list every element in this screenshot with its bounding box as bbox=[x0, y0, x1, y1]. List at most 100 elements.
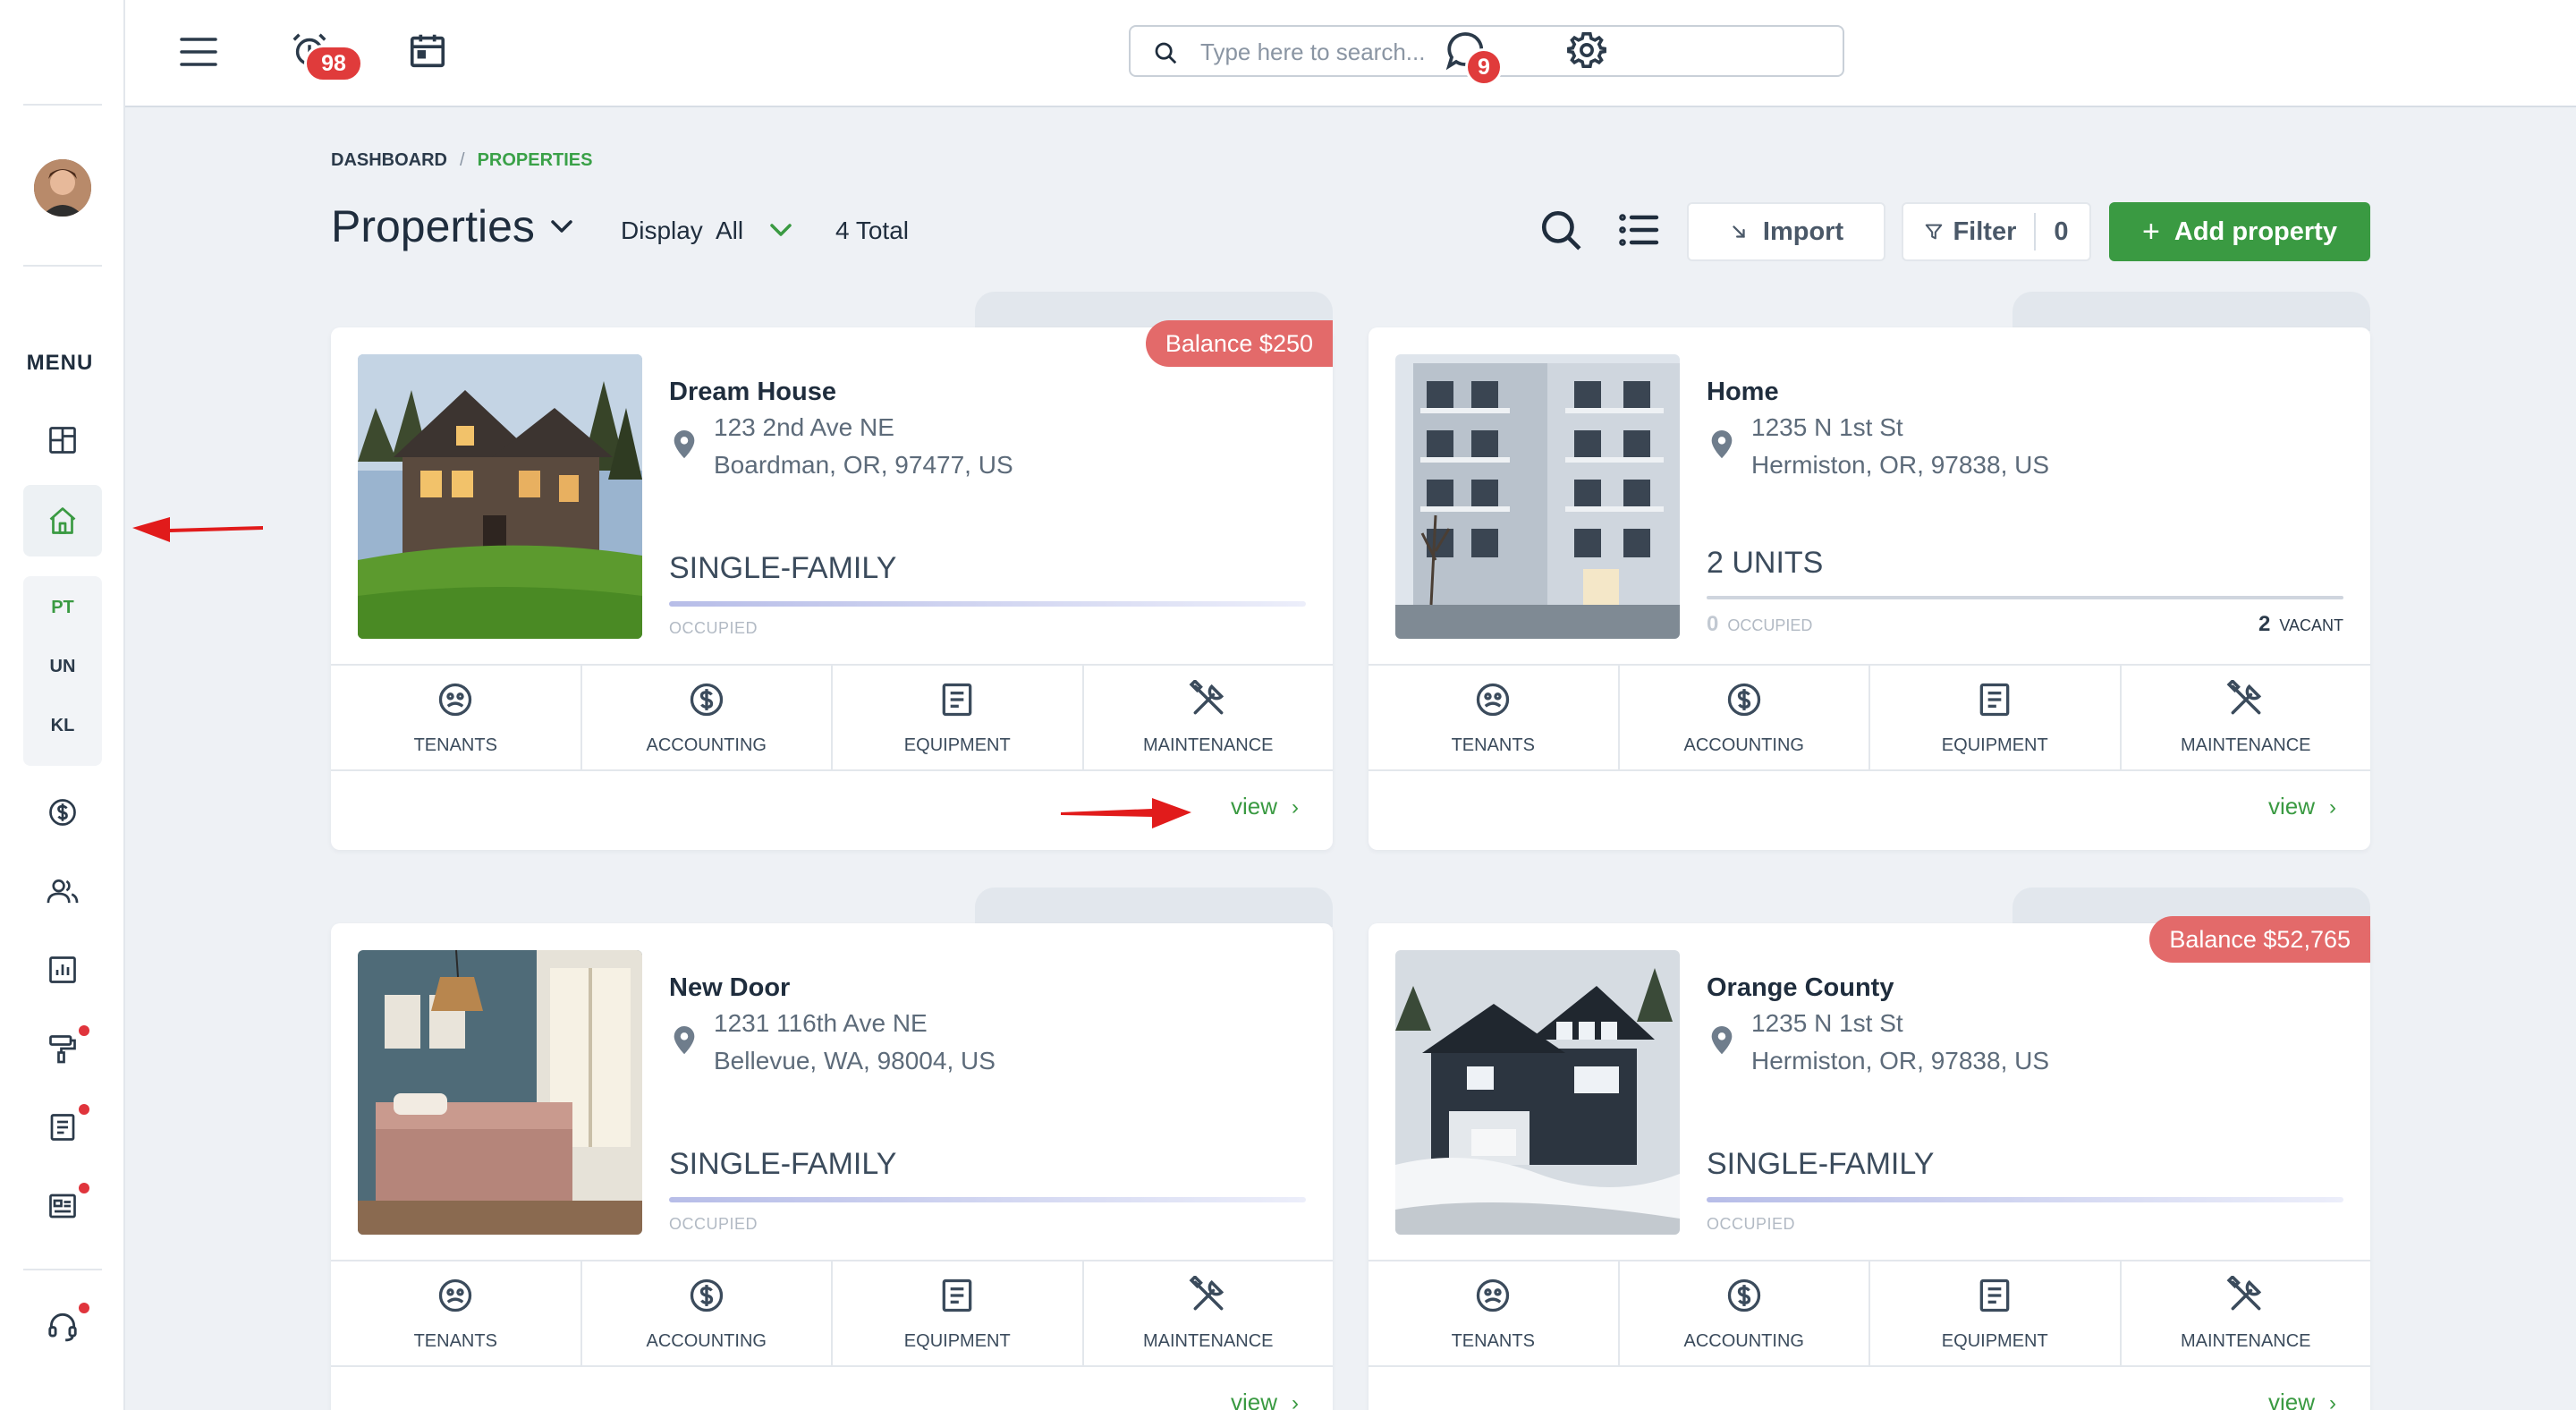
maintenance-action[interactable]: MAINTENANCE bbox=[1084, 666, 1334, 769]
property-name[interactable]: Dream House bbox=[669, 378, 836, 407]
view-link[interactable]: view › bbox=[2268, 793, 2336, 820]
tenants-icon bbox=[439, 1278, 472, 1312]
import-button[interactable]: Import bbox=[1687, 202, 1885, 261]
accounting-action[interactable]: ACCOUNTING bbox=[1620, 1261, 1870, 1365]
equipment-icon bbox=[1979, 683, 2010, 717]
property-name[interactable]: Orange County bbox=[1707, 973, 1894, 1003]
breadcrumb-dashboard[interactable]: DASHBOARD bbox=[331, 150, 447, 170]
gear-icon[interactable] bbox=[1562, 25, 1612, 75]
location-pin-icon bbox=[674, 430, 695, 459]
alarm-clock-icon[interactable]: 98 bbox=[284, 25, 363, 82]
list-view-icon[interactable] bbox=[1617, 208, 1660, 252]
sidebar-divider bbox=[23, 104, 102, 106]
add-property-button[interactable]: + Add property bbox=[2109, 202, 2370, 261]
property-photo[interactable] bbox=[1395, 950, 1680, 1235]
property-name[interactable]: New Door bbox=[669, 973, 790, 1003]
tenants-action[interactable]: TENANTS bbox=[331, 666, 582, 769]
occupancy-status: OCCUPIED bbox=[669, 1215, 758, 1233]
equipment-action[interactable]: EQUIPMENT bbox=[1870, 666, 2122, 769]
breadcrumb-separator: / bbox=[460, 150, 465, 170]
search-icon bbox=[1155, 42, 1177, 64]
accounting-action[interactable]: ACCOUNTING bbox=[582, 1261, 833, 1365]
search-input[interactable] bbox=[1200, 36, 1826, 68]
property-card: New Door 1231 116th Ave NE Bellevue, WA,… bbox=[331, 923, 1333, 1410]
document-icon[interactable] bbox=[38, 1102, 89, 1152]
property-photo[interactable] bbox=[358, 354, 642, 639]
accounting-label: ACCOUNTING bbox=[1683, 735, 1804, 755]
report-icon[interactable] bbox=[38, 945, 88, 995]
view-link[interactable]: view › bbox=[2268, 1389, 2336, 1410]
headset-icon[interactable] bbox=[38, 1301, 89, 1351]
location-pin-icon bbox=[1711, 1026, 1733, 1055]
maintenance-label: MAINTENANCE bbox=[2180, 1331, 2311, 1351]
occupied-count: 0 bbox=[1707, 612, 1719, 636]
equipment-label: EQUIPMENT bbox=[1941, 1331, 2048, 1351]
avatar[interactable] bbox=[34, 159, 91, 217]
address-line-2: Bellevue, WA, 98004, US bbox=[714, 1047, 996, 1074]
equipment-label: EQUIPMENT bbox=[1941, 735, 2048, 755]
home-icon[interactable] bbox=[23, 485, 102, 556]
annotation-arrow bbox=[1061, 798, 1191, 828]
notification-dot bbox=[79, 1303, 89, 1313]
maintenance-action[interactable]: MAINTENANCE bbox=[2122, 666, 2371, 769]
occupancy-status: OCCUPIED bbox=[669, 619, 758, 637]
dollar-icon[interactable] bbox=[38, 787, 88, 837]
equipment-action[interactable]: EQUIPMENT bbox=[1870, 1261, 2122, 1365]
property-card: Home 1235 N 1st St Hermiston, OR, 97838,… bbox=[1368, 327, 2370, 850]
address-line-2: Hermiston, OR, 97838, US bbox=[1751, 451, 2050, 479]
news-icon[interactable] bbox=[38, 1181, 89, 1231]
occupied-label: OCCUPIED bbox=[1727, 616, 1813, 634]
filter-count: 0 bbox=[2054, 217, 2069, 246]
tenants-label: TENANTS bbox=[413, 1331, 497, 1351]
dollar-icon bbox=[1727, 683, 1760, 717]
plus-icon: + bbox=[2142, 214, 2160, 249]
equipment-action[interactable]: EQUIPMENT bbox=[833, 1261, 1084, 1365]
display-label: Display bbox=[621, 217, 703, 244]
page-title[interactable]: Properties bbox=[331, 200, 535, 252]
paint-roller-icon[interactable] bbox=[38, 1024, 89, 1074]
alarm-badge: 98 bbox=[304, 45, 363, 82]
vacant-label: VACANT bbox=[2279, 616, 2343, 634]
hamburger-icon[interactable] bbox=[172, 27, 225, 77]
property-card: Balance $250 Dream House 123 2nd Ave NE … bbox=[331, 320, 1334, 850]
tools-icon bbox=[2226, 1276, 2261, 1311]
property-photo[interactable] bbox=[358, 950, 642, 1235]
dashboard-icon[interactable] bbox=[38, 415, 88, 465]
display-value[interactable]: All bbox=[716, 217, 743, 245]
add-property-label: Add property bbox=[2174, 217, 2337, 246]
location-pin-icon bbox=[674, 1026, 695, 1055]
chevron-down-icon[interactable] bbox=[767, 218, 794, 242]
view-link[interactable]: view › bbox=[1231, 1389, 1299, 1410]
shortcut-kl[interactable]: KL bbox=[23, 716, 102, 736]
chevron-down-icon[interactable] bbox=[547, 215, 576, 238]
view-link[interactable]: view › bbox=[1231, 793, 1299, 820]
accounting-action[interactable]: ACCOUNTING bbox=[1620, 666, 1870, 769]
view-label: view bbox=[1230, 793, 1277, 820]
calendar-icon[interactable] bbox=[402, 25, 453, 75]
chat-icon[interactable]: 9 bbox=[1440, 25, 1503, 86]
shortcut-pt[interactable]: PT bbox=[23, 598, 102, 618]
property-name[interactable]: Home bbox=[1707, 378, 1779, 407]
occupancy-bar bbox=[669, 601, 1306, 607]
accounting-action[interactable]: ACCOUNTING bbox=[582, 666, 833, 769]
equipment-action[interactable]: EQUIPMENT bbox=[833, 666, 1084, 769]
address-line-1: 1231 116th Ave NE bbox=[714, 1009, 928, 1037]
maintenance-action[interactable]: MAINTENANCE bbox=[2122, 1261, 2371, 1365]
tenants-icon bbox=[1477, 683, 1510, 717]
menu-label: MENU bbox=[26, 351, 94, 375]
address-line-2: Boardman, OR, 97477, US bbox=[714, 451, 1013, 479]
property-photo[interactable] bbox=[1395, 354, 1680, 639]
maintenance-label: MAINTENANCE bbox=[1142, 735, 1274, 755]
accounting-label: ACCOUNTING bbox=[1683, 1331, 1804, 1351]
maintenance-action[interactable]: MAINTENANCE bbox=[1084, 1261, 1334, 1365]
shortcut-un[interactable]: UN bbox=[23, 657, 102, 677]
balance-badge: Balance $250 bbox=[1145, 320, 1333, 367]
view-label: view bbox=[2267, 1389, 2315, 1410]
tenants-action[interactable]: TENANTS bbox=[1368, 1261, 1620, 1365]
tenants-action[interactable]: TENANTS bbox=[1368, 666, 1620, 769]
search-icon[interactable] bbox=[1538, 208, 1583, 252]
users-icon[interactable] bbox=[38, 866, 88, 916]
maintenance-label: MAINTENANCE bbox=[1142, 1331, 1274, 1351]
filter-button[interactable]: Filter 0 bbox=[1902, 202, 2091, 261]
tenants-action[interactable]: TENANTS bbox=[331, 1261, 582, 1365]
